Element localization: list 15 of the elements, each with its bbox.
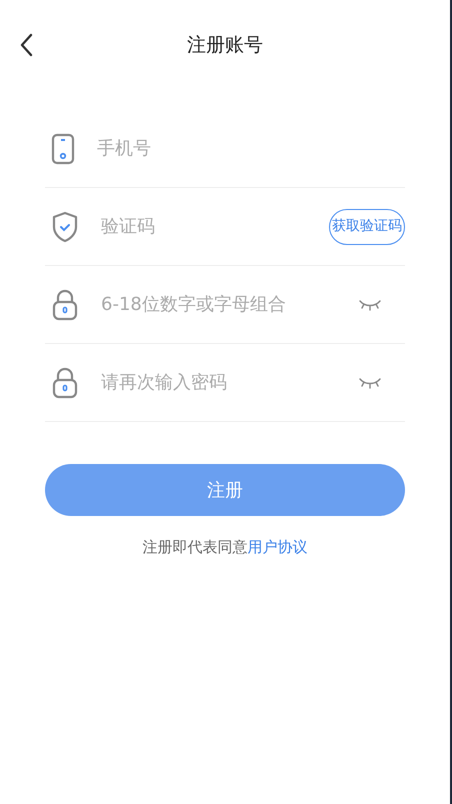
agreement-text: 注册即代表同意 [142, 537, 248, 558]
closed-eye-icon[interactable] [359, 298, 381, 310]
phone-icon [51, 132, 75, 164]
input-field[interactable]: 验证码 [101, 213, 329, 240]
input-field[interactable]: 手机号 [97, 135, 405, 162]
lock-icon [51, 366, 79, 398]
input-field[interactable]: 请再次输入密码 [101, 369, 359, 396]
get-code-button[interactable]: 获取验证码 [329, 208, 405, 244]
closed-eye-icon[interactable] [359, 376, 381, 388]
input-field[interactable]: 6-18位数字或字母组合 [101, 291, 359, 318]
lock-icon [51, 288, 79, 320]
page-title: 注册账号 [187, 32, 263, 58]
shield-check-icon [51, 210, 79, 242]
user-agreement-link[interactable]: 用户协议 [248, 536, 308, 558]
back-icon[interactable] [19, 33, 33, 57]
